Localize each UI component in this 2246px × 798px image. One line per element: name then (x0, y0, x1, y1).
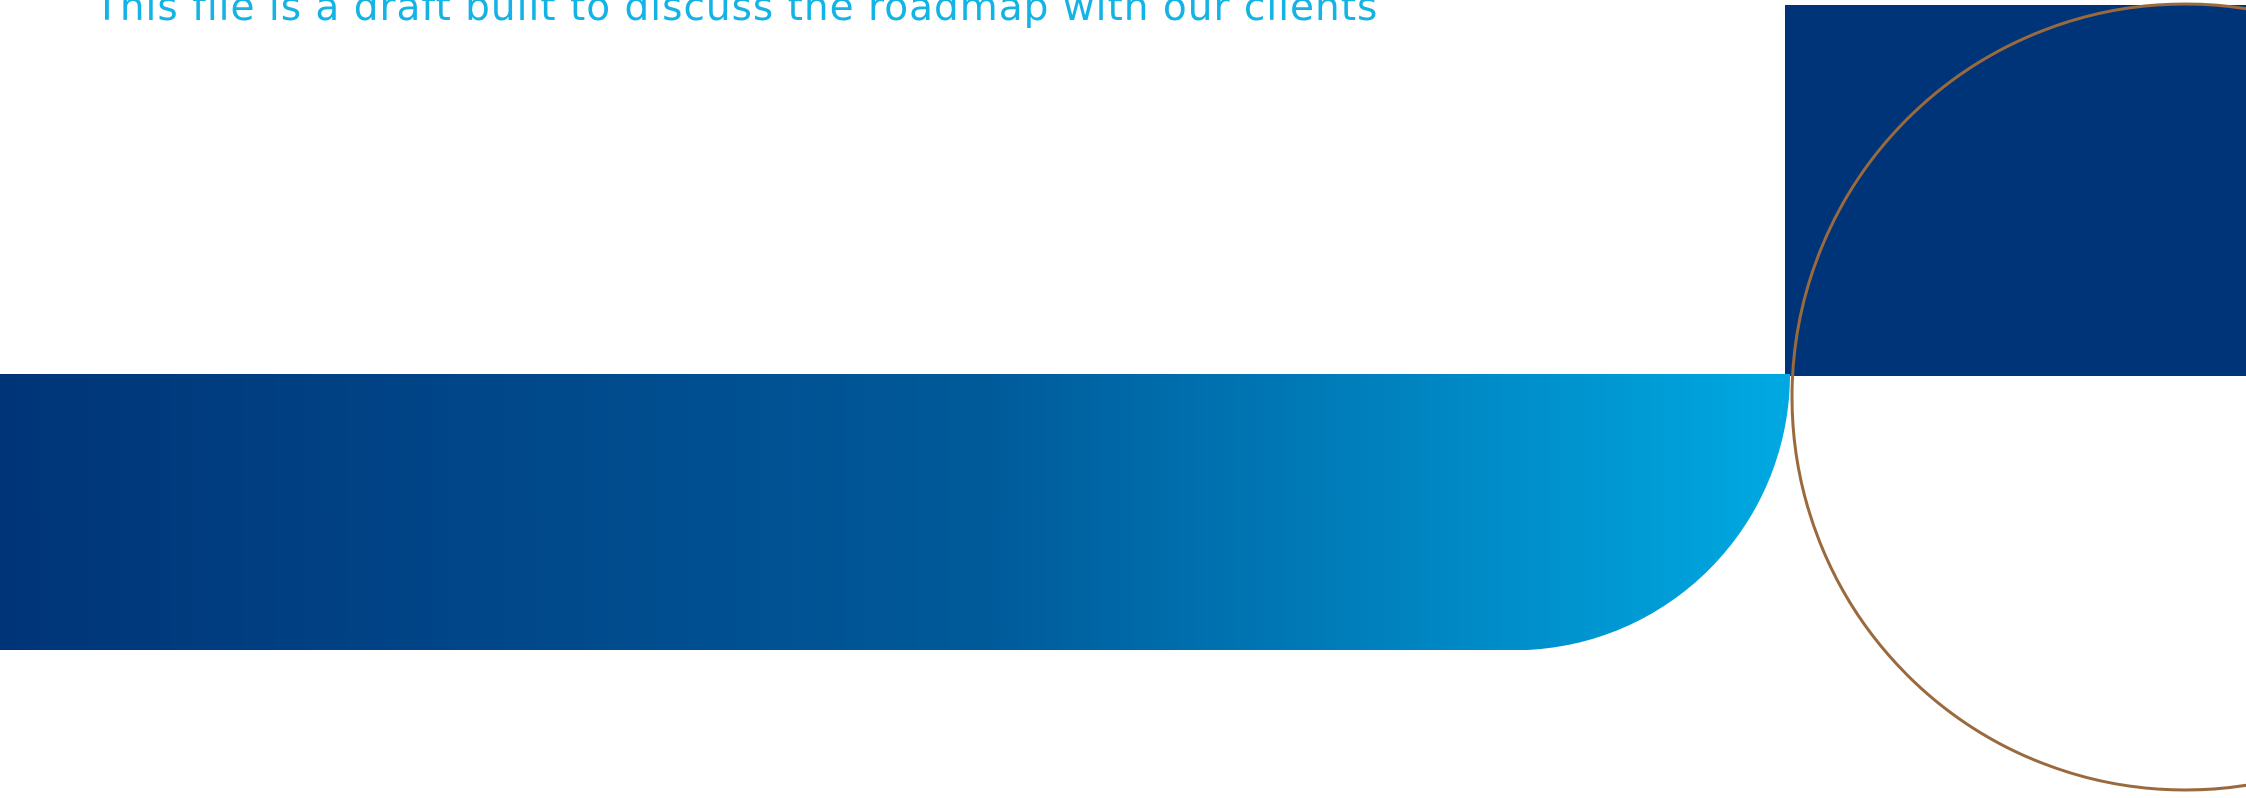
gradient-band-shape (0, 374, 1791, 650)
decorative-graphic (0, 2, 2246, 792)
slide-canvas: This file is a draft built to discuss th… (0, 0, 2246, 798)
navy-square-shape (1785, 5, 2246, 376)
